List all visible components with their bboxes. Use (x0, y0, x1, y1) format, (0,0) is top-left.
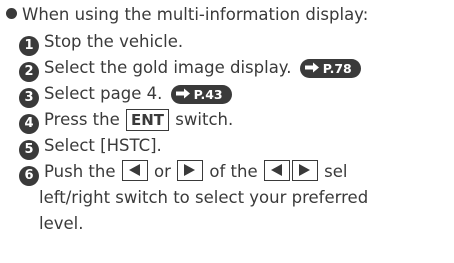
triangle-left-icon (121, 160, 148, 181)
step-text-before: Push the (44, 162, 116, 181)
step-text-of-the: of the (209, 162, 258, 181)
triangle-right-icon (291, 160, 318, 181)
page-reference-link[interactable]: P.43 (170, 85, 232, 104)
step-number: 2 (19, 62, 39, 82)
arrow-right-icon (304, 59, 320, 78)
step-text: Select [HSTC]. (44, 136, 162, 155)
step-6: 6 Push the or of the sel (19, 159, 451, 186)
ent-switch-key: ENT (126, 109, 170, 131)
step-number: 3 (19, 88, 39, 108)
step-3: 3 Select page 4. P.43 (19, 81, 451, 108)
page-reference-link[interactable]: P.78 (299, 59, 361, 78)
step-text-sel: sel (324, 162, 348, 181)
step-text-line-2: left/right switch to select your preferr… (39, 188, 369, 207)
page-reference-text: P.78 (322, 61, 352, 76)
step-5: 5 Select [HSTC]. (19, 133, 451, 160)
step-1: 1 Stop the vehicle. (19, 29, 451, 56)
arrow-right-icon (175, 85, 191, 104)
triangle-right-icon (177, 160, 204, 181)
step-6-continuation: left/right switch to select your preferr… (19, 185, 454, 211)
step-number: 5 (19, 140, 39, 160)
bullet-icon (6, 8, 17, 19)
step-number: 6 (19, 166, 39, 186)
step-text-after: switch. (175, 110, 234, 129)
instruction-heading: When using the multi-information display… (6, 2, 454, 28)
step-4: 4 Press the ENT switch. (19, 107, 451, 134)
step-number: 1 (19, 36, 39, 56)
step-text-before: Press the (44, 110, 120, 129)
triangle-left-icon (263, 160, 290, 181)
step-text-or: or (154, 162, 171, 181)
page-reference-text: P.43 (193, 87, 223, 102)
step-6-continuation: level. (19, 211, 454, 237)
heading-text: When using the multi-information display… (22, 5, 369, 24)
step-text: Select the gold image display. (44, 58, 292, 77)
step-2: 2 Select the gold image display. P.78 (19, 55, 451, 82)
step-text-line-3: level. (39, 214, 84, 233)
step-number: 4 (19, 114, 39, 134)
step-text: Select page 4. (44, 84, 163, 103)
step-text: Stop the vehicle. (44, 32, 184, 51)
